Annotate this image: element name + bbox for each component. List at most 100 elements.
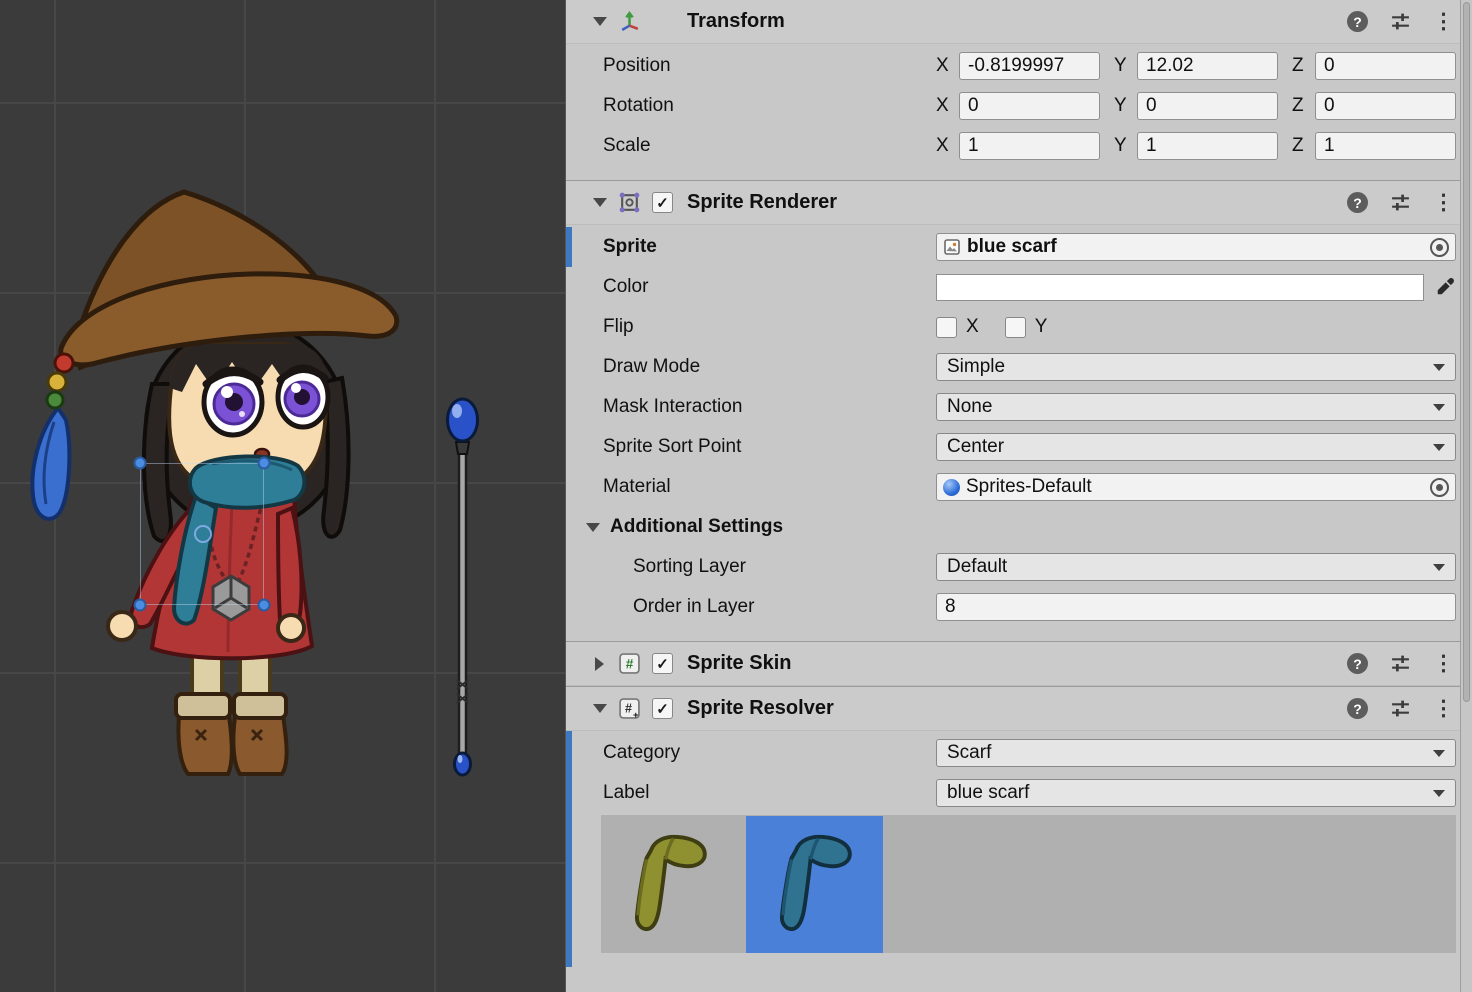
- transform-icon: [618, 10, 641, 33]
- selection-pivot[interactable]: [194, 525, 212, 543]
- scale-z-field[interactable]: 1: [1315, 132, 1456, 160]
- transform-header[interactable]: Transform ? ⋮: [566, 0, 1472, 44]
- component-title: Sprite Resolver: [687, 697, 834, 720]
- material-label: Material: [603, 476, 936, 498]
- inspector-scrollbar[interactable]: [1460, 0, 1472, 992]
- presets-icon[interactable]: [1390, 653, 1411, 674]
- component-enabled-checkbox[interactable]: ✓: [652, 653, 673, 674]
- category-label: Category: [603, 742, 936, 764]
- position-y-field[interactable]: 12.02: [1137, 52, 1278, 80]
- mask-interaction-dropdown[interactable]: None: [936, 393, 1456, 421]
- sprite-value: blue scarf: [967, 236, 1424, 258]
- svg-text:#: #: [625, 702, 632, 716]
- help-icon[interactable]: ?: [1347, 192, 1368, 213]
- material-value: Sprites-Default: [966, 476, 1424, 498]
- foldout-expanded-icon[interactable]: [586, 523, 600, 532]
- chevron-down-icon: [1433, 364, 1445, 371]
- component-enabled-checkbox[interactable]: ✓: [652, 192, 673, 213]
- scale-y-field[interactable]: 1: [1137, 132, 1278, 160]
- sorting-layer-dropdown[interactable]: Default: [936, 553, 1456, 581]
- foldout-expanded-icon[interactable]: [593, 198, 607, 207]
- rotation-label: Rotation: [603, 95, 936, 117]
- staff-sprite[interactable]: [438, 390, 488, 790]
- foldout-expanded-icon[interactable]: [593, 17, 607, 26]
- presets-icon[interactable]: [1390, 698, 1411, 719]
- material-object-field[interactable]: Sprites-Default: [936, 473, 1456, 501]
- mask-interaction-row: Mask Interaction None: [566, 387, 1472, 427]
- sprite-resolver-header[interactable]: # + ✓ Sprite Resolver ? ⋮: [566, 687, 1472, 731]
- rotation-y-field[interactable]: 0: [1137, 92, 1278, 120]
- scrollbar-thumb[interactable]: [1463, 2, 1470, 702]
- sorting-layer-label: Sorting Layer: [633, 556, 936, 578]
- dropdown-value: blue scarf: [947, 782, 1029, 804]
- dropdown-value: Center: [947, 436, 1004, 458]
- presets-icon[interactable]: [1390, 11, 1411, 32]
- scale-label: Scale: [603, 135, 936, 157]
- color-row: Color: [566, 267, 1472, 307]
- scene-view[interactable]: [0, 0, 565, 992]
- chevron-down-icon: [1433, 790, 1445, 797]
- help-icon[interactable]: ?: [1347, 698, 1368, 719]
- sprite-variant-blue-scarf[interactable]: [746, 816, 883, 953]
- sprite-object-field[interactable]: blue scarf: [936, 233, 1456, 261]
- order-in-layer-row: Order in Layer 8: [566, 587, 1472, 627]
- draw-mode-label: Draw Mode: [603, 356, 936, 378]
- label-row: Label blue scarf: [566, 773, 1472, 813]
- svg-text:#: #: [626, 657, 634, 672]
- position-z-field[interactable]: 0: [1315, 52, 1456, 80]
- chevron-down-icon: [1433, 564, 1445, 571]
- selection-handle-top-left[interactable]: [134, 457, 147, 470]
- kebab-menu-icon[interactable]: ⋮: [1433, 698, 1454, 719]
- sprite-sort-point-dropdown[interactable]: Center: [936, 433, 1456, 461]
- rotation-z-field[interactable]: 0: [1315, 92, 1456, 120]
- label-dropdown[interactable]: blue scarf: [936, 779, 1456, 807]
- flip-y-checkbox[interactable]: [1005, 317, 1026, 338]
- override-indicator: [566, 227, 572, 267]
- flip-y-label: Y: [1035, 316, 1048, 338]
- order-in-layer-field[interactable]: 8: [936, 593, 1456, 621]
- color-swatch[interactable]: [936, 274, 1424, 301]
- sprite-skin-header[interactable]: # ✓ Sprite Skin ? ⋮: [566, 642, 1472, 686]
- selection-handle-bottom-left[interactable]: [134, 599, 147, 612]
- category-dropdown[interactable]: Scarf: [936, 739, 1456, 767]
- rotation-row: Rotation X 0 Y 0 Z 0: [566, 86, 1472, 126]
- sprite-resolver-icon: # +: [618, 697, 641, 720]
- kebab-menu-icon[interactable]: ⋮: [1433, 653, 1454, 674]
- sorting-layer-row: Sorting Layer Default: [566, 547, 1472, 587]
- draw-mode-row: Draw Mode Simple: [566, 347, 1472, 387]
- sprite-skin-icon: #: [618, 652, 641, 675]
- rotation-x-field[interactable]: 0: [959, 92, 1100, 120]
- object-picker-icon[interactable]: [1430, 478, 1449, 497]
- sprite-sort-point-label: Sprite Sort Point: [603, 436, 936, 458]
- selection-handle-bottom-right[interactable]: [258, 599, 271, 612]
- sprite-renderer-header[interactable]: ✓ Sprite Renderer ? ⋮: [566, 181, 1472, 225]
- kebab-menu-icon[interactable]: ⋮: [1433, 11, 1454, 32]
- sprite-variant-green-scarf[interactable]: [601, 816, 738, 953]
- help-icon[interactable]: ?: [1347, 11, 1368, 32]
- additional-settings-foldout[interactable]: Additional Settings: [566, 507, 1472, 547]
- help-icon[interactable]: ?: [1347, 653, 1368, 674]
- presets-icon[interactable]: [1390, 192, 1411, 213]
- category-row: Category Scarf: [566, 733, 1472, 773]
- sprite-icon: [943, 238, 961, 256]
- scale-x-field[interactable]: 1: [959, 132, 1100, 160]
- position-label: Position: [603, 55, 936, 77]
- foldout-collapsed-icon[interactable]: [595, 657, 604, 671]
- sprite-skin-component: # ✓ Sprite Skin ? ⋮: [566, 641, 1472, 686]
- kebab-menu-icon[interactable]: ⋮: [1433, 192, 1454, 213]
- position-row: Position X -0.8199997 Y 12.02 Z 0: [566, 46, 1472, 86]
- flip-row: Flip X Y: [566, 307, 1472, 347]
- sprite-sort-point-row: Sprite Sort Point Center: [566, 427, 1472, 467]
- component-enabled-checkbox[interactable]: ✓: [652, 698, 673, 719]
- position-x-field[interactable]: -0.8199997: [959, 52, 1100, 80]
- flip-x-checkbox[interactable]: [936, 317, 957, 338]
- foldout-expanded-icon[interactable]: [593, 704, 607, 713]
- object-picker-icon[interactable]: [1430, 238, 1449, 257]
- eyedropper-icon[interactable]: [1434, 276, 1456, 298]
- selection-handle-top-right[interactable]: [258, 457, 271, 470]
- transform-component: Transform ? ⋮ Position X -0.8199997: [566, 0, 1472, 180]
- draw-mode-dropdown[interactable]: Simple: [936, 353, 1456, 381]
- axis-label-z: Z: [1292, 95, 1308, 117]
- mask-interaction-label: Mask Interaction: [603, 396, 936, 418]
- chevron-down-icon: [1433, 404, 1445, 411]
